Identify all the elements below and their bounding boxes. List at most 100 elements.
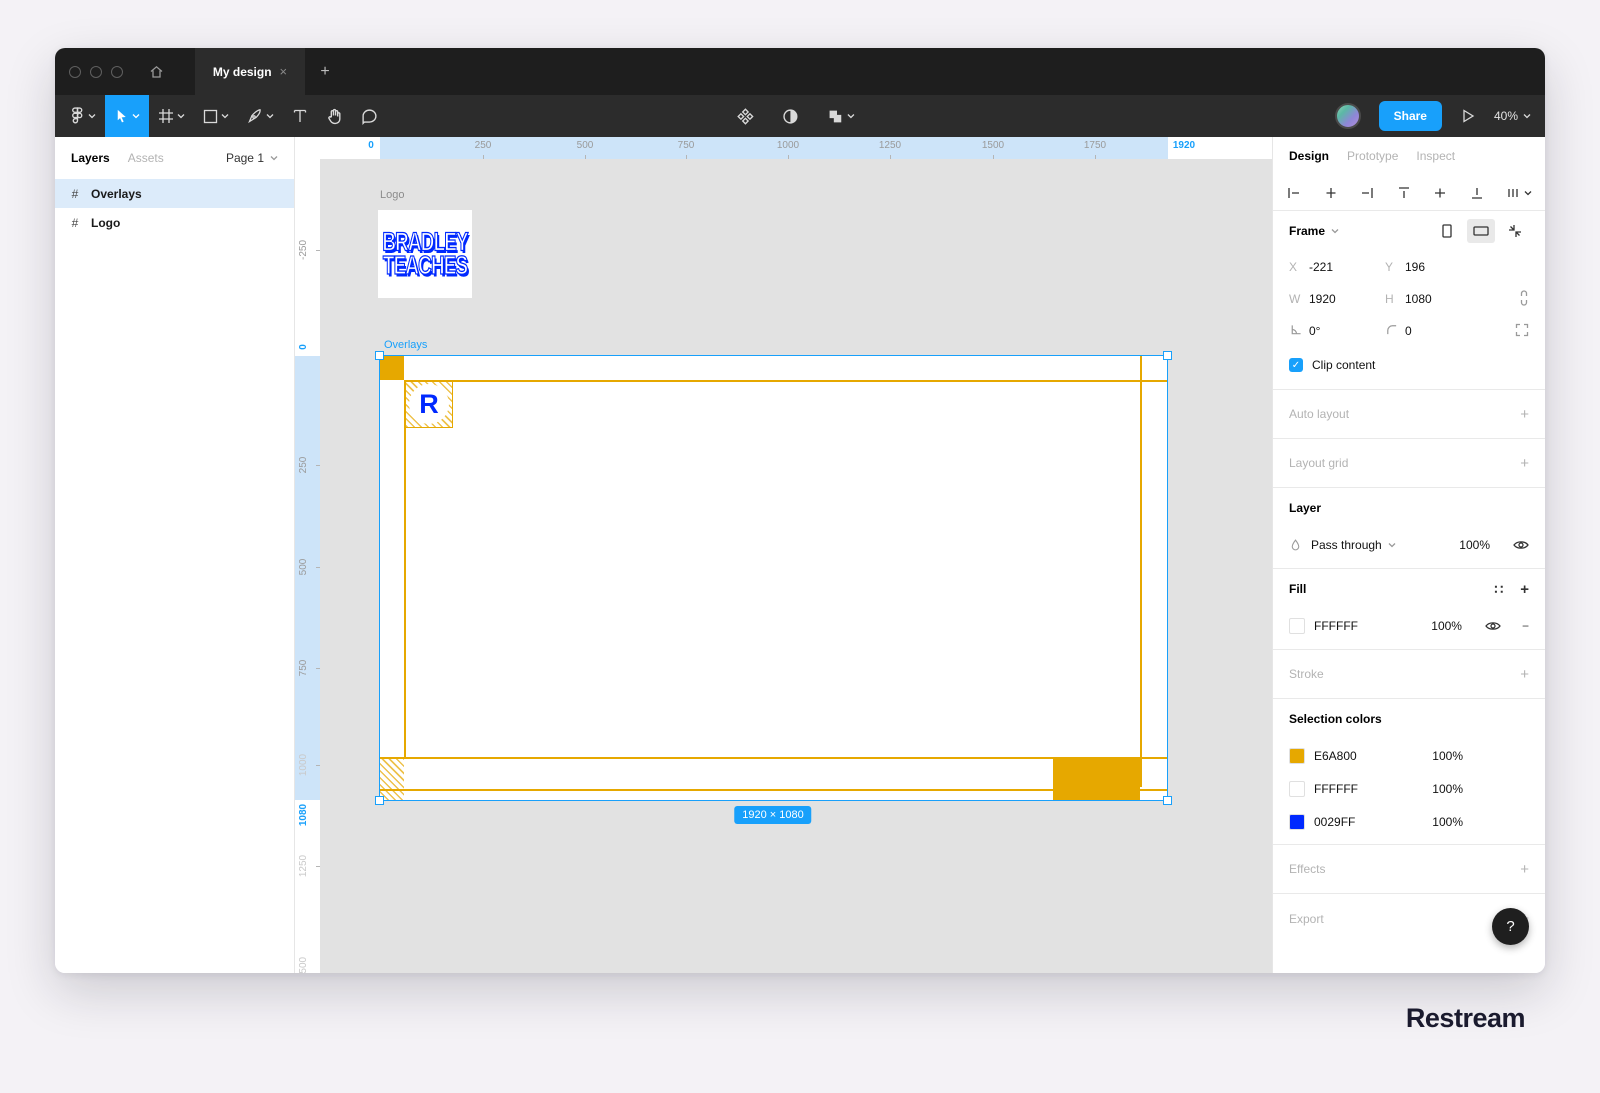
share-button[interactable]: Share (1378, 101, 1442, 131)
color-swatch-orange[interactable] (1289, 747, 1305, 764)
tab-layers[interactable]: Layers (71, 151, 110, 165)
resize-to-fit-button[interactable] (1501, 219, 1529, 243)
tab-my-design[interactable]: My design × (195, 48, 305, 95)
canvas[interactable]: 0 250 500 750 1000 1250 1500 1750 1920 -… (295, 137, 1272, 973)
y-field[interactable]: Y 196 (1385, 260, 1481, 274)
layer-row-logo[interactable]: # Logo (55, 208, 294, 237)
main-menu-button[interactable] (61, 95, 105, 137)
fill-color-swatch[interactable] (1289, 618, 1305, 634)
remove-fill-button[interactable]: − (1522, 619, 1529, 633)
add-fill-button[interactable]: + (1520, 581, 1529, 598)
add-layout-grid-button[interactable]: + (1520, 455, 1529, 472)
logo-placeholder-tile[interactable]: R (405, 380, 453, 428)
align-horizontal-center-icon[interactable] (1323, 185, 1339, 201)
fill-visibility-toggle[interactable] (1485, 620, 1501, 632)
selection-handle-bottom-right[interactable] (1163, 796, 1172, 805)
fill-styles-icon[interactable]: ∷ (1494, 581, 1504, 598)
width-field[interactable]: W 1920 (1289, 292, 1385, 306)
comment-tool-button[interactable] (352, 95, 387, 137)
corner-radius-field[interactable]: 0 (1385, 323, 1481, 339)
frame-tool-button[interactable] (149, 95, 194, 137)
add-stroke-button[interactable]: + (1520, 666, 1529, 683)
tab-assets[interactable]: Assets (128, 151, 164, 165)
overlay-right-line[interactable] (1140, 356, 1142, 787)
help-button[interactable]: ? (1492, 908, 1529, 945)
new-tab-button[interactable]: + (305, 48, 345, 95)
constrain-proportions-toggle[interactable] (1519, 289, 1529, 309)
layer-opacity-field[interactable]: 100% (1459, 538, 1490, 552)
tab-design[interactable]: Design (1289, 149, 1329, 163)
add-effect-button[interactable]: + (1520, 861, 1529, 878)
x-label: X (1289, 260, 1298, 274)
close-window-button[interactable] (69, 65, 81, 78)
color-swatch-blue[interactable] (1289, 813, 1305, 830)
overlay-lowerthird-top-line[interactable] (380, 757, 1167, 759)
tab-inspect[interactable]: Inspect (1416, 149, 1455, 163)
hand-tool-button[interactable] (317, 95, 352, 137)
color-hex[interactable]: E6A800 (1314, 749, 1357, 763)
home-button[interactable] (139, 48, 173, 95)
export-label: Export (1289, 911, 1324, 926)
boolean-group-button[interactable] (818, 95, 864, 137)
color-hex[interactable]: FFFFFF (1314, 782, 1358, 796)
color-hex[interactable]: 0029FF (1314, 815, 1355, 829)
tab-prototype[interactable]: Prototype (1347, 149, 1398, 163)
lowerthird-orange-block[interactable] (1053, 757, 1140, 800)
layer-visibility-toggle[interactable] (1513, 539, 1529, 551)
ruler-tick: 250 (474, 140, 492, 151)
align-left-icon[interactable] (1286, 185, 1302, 201)
align-bottom-icon[interactable] (1469, 185, 1485, 201)
align-right-icon[interactable] (1359, 185, 1375, 201)
page-selector[interactable]: Page 1 (226, 151, 278, 165)
minimize-window-button[interactable] (90, 65, 102, 78)
tidy-up-menu[interactable] (1505, 185, 1532, 201)
color-swatch-white[interactable] (1289, 780, 1305, 797)
user-avatar[interactable] (1334, 103, 1361, 129)
overlay-left-line[interactable] (404, 380, 406, 757)
rotation-field[interactable]: 0° (1289, 323, 1385, 339)
align-vertical-center-icon[interactable] (1432, 185, 1448, 201)
text-tool-button[interactable] (283, 95, 317, 137)
fill-hex-value[interactable]: FFFFFF (1314, 619, 1358, 633)
close-tab-icon[interactable]: × (280, 64, 288, 79)
clip-content-checkbox[interactable]: ✓ (1289, 358, 1303, 372)
color-opacity[interactable]: 100% (1432, 749, 1463, 763)
frame-label-logo[interactable]: Logo (380, 189, 404, 201)
portrait-orientation-button[interactable] (1433, 219, 1461, 243)
align-top-icon[interactable] (1396, 185, 1412, 201)
overlay-top-line[interactable] (404, 380, 1167, 382)
frame-label-overlays[interactable]: Overlays (384, 339, 427, 351)
rectangle-tool-icon (203, 109, 218, 123)
union-icon (829, 110, 842, 122)
present-icon[interactable] (1460, 108, 1476, 124)
logo-frame[interactable]: BRADLEY TEACHES (378, 210, 472, 298)
auto-layout-section: Auto layout + (1273, 390, 1545, 439)
component-tool-button[interactable] (728, 95, 763, 137)
fill-opacity-field[interactable]: 100% (1431, 619, 1462, 633)
selection-handle-top-right[interactable] (1163, 351, 1172, 360)
independent-corners-button[interactable] (1515, 323, 1529, 340)
zoom-menu[interactable]: 40% (1494, 109, 1531, 123)
selection-handle-bottom-left[interactable] (375, 796, 384, 805)
overlay-lowerthird-bottom-line[interactable] (380, 789, 1167, 791)
add-auto-layout-button[interactable]: + (1520, 406, 1529, 423)
layer-row-overlays[interactable]: # Overlays (55, 179, 294, 208)
zoom-window-button[interactable] (111, 65, 123, 78)
selection-handle-top-left[interactable] (375, 351, 384, 360)
pen-tool-button[interactable] (238, 95, 283, 137)
lowerthird-hatch-strip[interactable] (380, 757, 404, 800)
x-field[interactable]: X -221 (1289, 260, 1385, 274)
layer-section-title: Layer (1289, 501, 1322, 515)
color-opacity[interactable]: 100% (1432, 815, 1463, 829)
move-tool-button[interactable] (105, 95, 149, 137)
shape-tool-button[interactable] (194, 95, 238, 137)
overlays-frame[interactable]: R (375, 351, 1172, 805)
height-field[interactable]: H 1080 (1385, 292, 1481, 306)
rotation-value: 0° (1309, 324, 1321, 338)
blend-mode-select[interactable]: Pass through (1311, 538, 1396, 552)
landscape-orientation-button[interactable] (1467, 219, 1495, 243)
color-opacity[interactable]: 100% (1432, 782, 1463, 796)
frame-type-menu[interactable]: Frame (1289, 224, 1339, 238)
ruler-tick: 250 (298, 456, 309, 474)
mask-tool-button[interactable] (773, 95, 808, 137)
